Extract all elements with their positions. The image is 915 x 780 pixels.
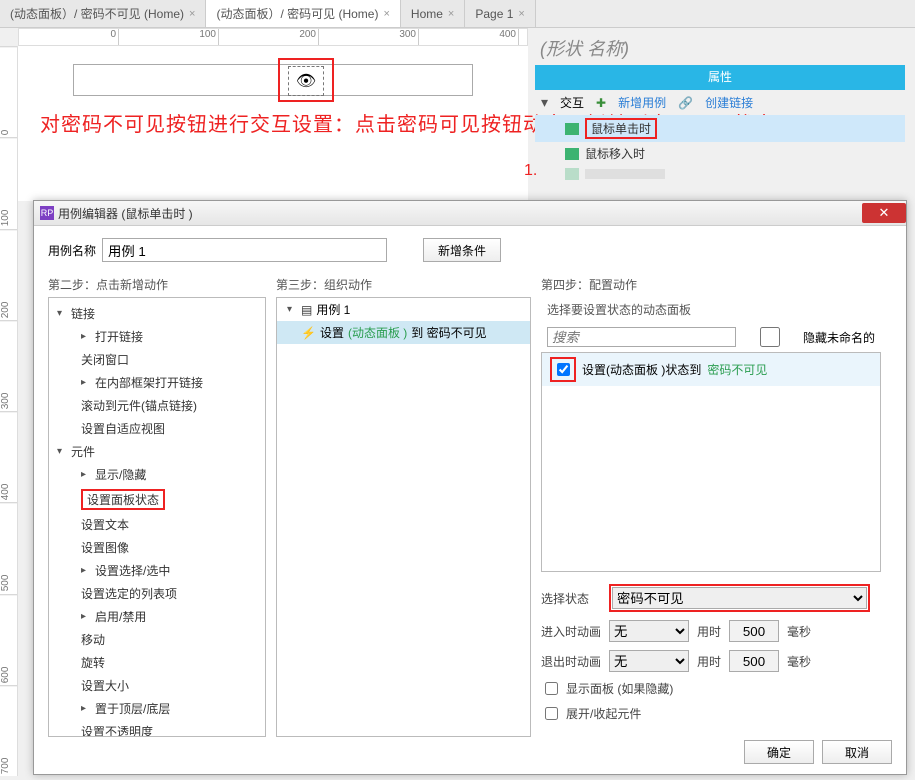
add-condition-button[interactable]: 新增条件	[423, 238, 501, 262]
anim-in-select[interactable]: 无	[609, 620, 689, 642]
tree-scroll[interactable]: 滚动到元件(锚点链接)	[81, 397, 197, 414]
case-name-label: 用例名称	[48, 242, 96, 259]
event-hover[interactable]: 鼠标移入时	[535, 142, 905, 165]
create-link[interactable]: 创建链接	[705, 94, 753, 111]
event-label: 鼠标移入时	[585, 145, 645, 162]
state-select[interactable]: 密码不可见	[612, 587, 867, 609]
tree-move[interactable]: 移动	[81, 631, 105, 648]
tree-set-selected[interactable]: 设置选择/选中	[95, 562, 170, 579]
close-icon[interactable]: ×	[383, 8, 389, 20]
event-label: 鼠标单击时	[585, 118, 657, 139]
tree-adaptive[interactable]: 设置自适应视图	[81, 420, 165, 437]
anim-in-label: 进入时动画	[541, 623, 601, 640]
dialog-title: 用例编辑器 (鼠标单击时 )	[58, 205, 193, 222]
tree-resize[interactable]: 设置大小	[81, 677, 129, 694]
panel-checkbox[interactable]	[557, 363, 570, 376]
interactions-panel: ▾ 交互 ✚ 新增用例 🔗 创建链接 鼠标单击时 鼠标移入时	[535, 90, 905, 183]
tab-invisible[interactable]: (动态面板）/ 密码不可见 (Home) ×	[0, 0, 206, 27]
step4-title: 第四步：配置动作	[541, 276, 881, 293]
tree-show-hide[interactable]: 显示/隐藏	[95, 466, 146, 483]
properties-header[interactable]: 属性	[535, 65, 905, 90]
tab-bar: (动态面板）/ 密码不可见 (Home) × (动态面板）/ 密码可见 (Home…	[0, 0, 915, 28]
tree-close-window[interactable]: 关闭窗口	[81, 351, 129, 368]
case-node[interactable]: 用例 1	[316, 301, 350, 318]
tab-label: Home	[411, 7, 443, 21]
tree-set-image[interactable]: 设置图像	[81, 539, 129, 556]
event-blur[interactable]	[535, 165, 905, 183]
hide-unnamed-checkbox[interactable]	[744, 327, 796, 347]
tree-opacity[interactable]: 设置不透明度	[81, 723, 153, 737]
dialog-header[interactable]: RP 用例编辑器 (鼠标单击时 ) ✕	[34, 201, 906, 226]
show-if-hidden-checkbox[interactable]	[545, 682, 558, 695]
time-label: 用时	[697, 623, 721, 640]
action-node[interactable]: ⚡ 设置 (动态面板 ) 到 密码不可见	[277, 321, 530, 344]
tree-set-text[interactable]: 设置文本	[81, 516, 129, 533]
case-editor-dialog: RP用例编辑器 (鼠标单击时 ) ✕ 用例名称 新增条件 第二步：点击新增动作 …	[33, 200, 907, 775]
text-field-widget[interactable]	[73, 64, 473, 96]
panel-row[interactable]: 设置(动态面板 )状态到 密码不可见	[542, 353, 880, 386]
close-icon[interactable]: ×	[189, 8, 195, 20]
close-icon[interactable]: ×	[518, 8, 524, 20]
ruler-vertical: 0100200300400500600700	[0, 46, 18, 776]
tree-front[interactable]: 置于顶层/底层	[95, 700, 170, 717]
step3-title: 第三步：组织动作	[276, 276, 531, 293]
cancel-button[interactable]: 取消	[822, 740, 892, 764]
event-click[interactable]: 鼠标单击时	[535, 115, 905, 142]
close-icon[interactable]: ×	[448, 8, 454, 20]
tree-cat-links[interactable]: 链接	[71, 305, 95, 322]
close-icon[interactable]: ✕	[862, 203, 906, 223]
tree-cat-widgets[interactable]: 元件	[71, 443, 95, 460]
expand-collapse-label: 展开/收起元件	[566, 705, 641, 722]
state-label: 选择状态	[541, 590, 601, 607]
add-case-link[interactable]: 新增用例	[618, 94, 666, 111]
event-icon	[565, 168, 579, 180]
annotation-1: 1.	[524, 162, 537, 180]
app-icon: RP	[40, 206, 54, 220]
tree-rotate[interactable]: 旋转	[81, 654, 105, 671]
tree-set-list[interactable]: 设置选定的列表项	[81, 585, 177, 602]
panel-select-box[interactable]: 设置(动态面板 )状态到 密码不可见	[541, 352, 881, 572]
ruler-horizontal: 0100200300400	[18, 28, 528, 46]
config-header: 选择要设置状态的动态面板	[541, 297, 881, 322]
hide-unnamed-label: 隐藏未命名的	[803, 329, 875, 346]
lightning-icon: ⚡	[301, 326, 316, 340]
organize-actions[interactable]: ▾▤用例 1 ⚡ 设置 (动态面板 ) 到 密码不可见	[276, 297, 531, 737]
actions-tree[interactable]: ▾链接 ▸打开链接 关闭窗口 ▸在内部框架打开链接 滚动到元件(锚点链接) 设置…	[48, 297, 266, 737]
expand-icon[interactable]: ▾	[541, 94, 548, 111]
tree-open-link[interactable]: 打开链接	[95, 328, 143, 345]
tab-label: (动态面板）/ 密码可见 (Home)	[216, 5, 378, 22]
expand-collapse-checkbox[interactable]	[545, 707, 558, 720]
tree-enable[interactable]: 启用/禁用	[95, 608, 146, 625]
anim-out-time[interactable]	[729, 650, 779, 672]
shape-name-field[interactable]: (形状 名称)	[540, 35, 629, 61]
anim-out-select[interactable]: 无	[609, 650, 689, 672]
interactions-title: 交互	[560, 94, 584, 111]
anim-in-time[interactable]	[729, 620, 779, 642]
ok-button[interactable]: 确定	[744, 740, 814, 764]
tab-home[interactable]: Home ×	[401, 0, 465, 27]
eye-icon[interactable]: 👁	[288, 66, 324, 96]
tab-label: Page 1	[475, 7, 513, 21]
tab-page1[interactable]: Page 1 ×	[465, 0, 535, 27]
step2-title: 第二步：点击新增动作	[48, 276, 266, 293]
show-if-hidden-label: 显示面板 (如果隐藏)	[566, 680, 673, 697]
event-icon	[565, 148, 579, 160]
case-name-input[interactable]	[102, 238, 387, 262]
highlight-1: 👁	[278, 58, 334, 102]
anim-out-label: 退出时动画	[541, 653, 601, 670]
search-input[interactable]	[547, 327, 736, 347]
event-icon	[565, 123, 579, 135]
tree-set-panel-state[interactable]: 设置面板状态	[81, 489, 165, 510]
tree-open-frame[interactable]: 在内部框架打开链接	[95, 374, 203, 391]
tab-label: (动态面板）/ 密码不可见 (Home)	[10, 5, 184, 22]
tab-visible[interactable]: (动态面板）/ 密码可见 (Home) ×	[206, 0, 400, 27]
